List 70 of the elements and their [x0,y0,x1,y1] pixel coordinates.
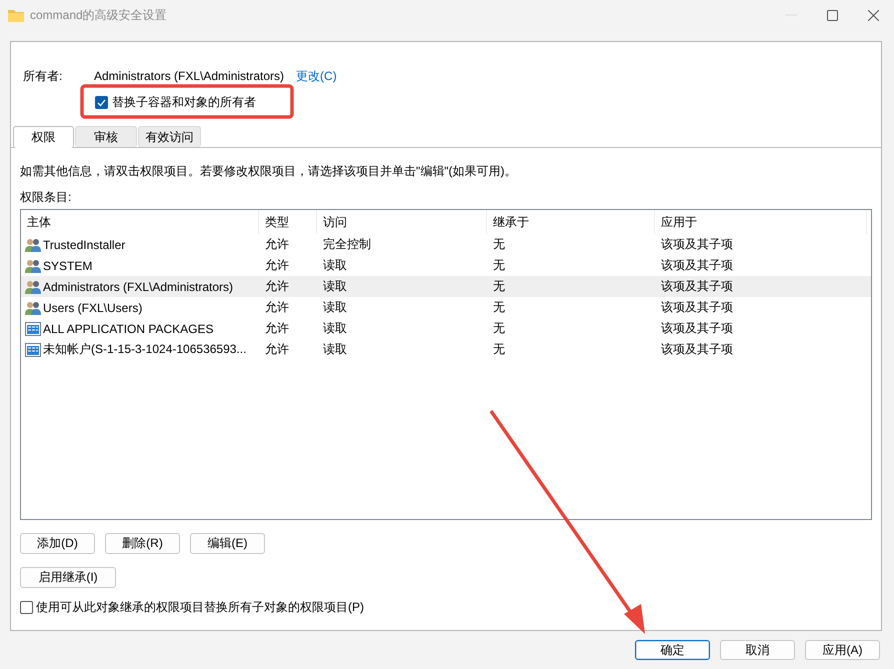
table-cell: SYSTEM [43,258,92,272]
owner-label: 所有者: [23,68,64,84]
checkbox-label: 替换子容器和对象的所有者 [112,94,256,111]
table-cell-text: 允许 [264,236,290,253]
column-header[interactable]: 应用于 [655,210,867,234]
change-link[interactable]: 更改(C) [296,68,337,84]
entries-label: 权限条目: [20,189,72,205]
tab[interactable]: 权限 [13,126,74,148]
dialog-button[interactable]: 应用(A) [805,640,880,660]
table-cell: Users (FXL\Users) [43,300,142,314]
table-row[interactable]: Users (FXL\Users) 允许 读取 无 该项及其子项 [21,297,871,318]
table-cell-text: 无 [492,299,506,316]
table-row[interactable]: SYSTEM 允许 读取 无 该项及其子项 [21,255,871,276]
dialog-button[interactable]: 确定 [635,640,710,660]
tab[interactable]: 审核 [75,126,137,147]
column-header[interactable]: 类型 [259,210,317,234]
info-text: 如需其他信息，请双击权限项目。若要修改权限项目，请选择该项目并单击"编辑"(如果可用)。 [20,163,518,179]
window-title: command的高级安全设置 [30,6,167,24]
app-window-icon [25,322,41,336]
users-icon [25,258,41,272]
table-cell-text: 无 [492,257,506,274]
users-icon [25,300,41,314]
table-cell-text: 无 [492,341,506,358]
folder-icon [8,8,24,22]
column-header[interactable]: 访问 [317,210,487,234]
table-cell-text: 无 [492,236,506,253]
table-row[interactable]: TrustedInstaller 允许 完全控制 无 该项及其子项 [21,234,871,255]
table-cell: TrustedInstaller [43,238,126,252]
users-icon [25,280,41,294]
tab[interactable]: 有效访问 [138,126,201,147]
app-window-icon [25,342,41,356]
entry-button[interactable]: 删除(R) [105,533,180,554]
table-cell-text: 允许 [264,320,290,337]
checkbox[interactable] [20,601,33,614]
table-cell-text: 该项及其子项 [660,299,734,316]
enable-inheritance-button[interactable]: 启用继承(I) [20,567,116,588]
maximize-icon[interactable] [827,10,838,20]
table-cell-text: 读取 [322,341,348,358]
owner-value: Administrators (FXL\Administrators) [94,69,284,83]
table-cell-text: 允许 [264,341,290,358]
checkbox[interactable] [95,96,108,109]
table-cell: 未知帐户(S-1-15-3-1024-106536593... [43,341,246,358]
table-cell-text: 完全控制 [322,236,372,253]
table-cell: ALL APPLICATION PACKAGES [43,322,214,336]
table-cell-text: 读取 [322,257,348,274]
table-cell-text: 允许 [264,257,290,274]
entry-button[interactable]: 添加(D) [20,533,95,554]
table-cell-text: 读取 [322,320,348,337]
table-cell-text: 该项及其子项 [660,236,734,253]
table-cell-text: 允许 [264,299,290,316]
column-header[interactable]: 主体 [21,210,259,234]
table-cell: Administrators (FXL\Administrators) [43,280,234,294]
column-header[interactable]: 继承于 [487,210,655,234]
table-cell-text: 读取 [322,299,348,316]
close-icon[interactable] [868,10,879,20]
table-cell-text: 无 [492,320,506,337]
checkbox-label: 使用可从此对象继承的权限项目替换所有子对象的权限项目(P) [36,599,364,616]
table-cell-text: 读取 [322,278,348,295]
dialog-button[interactable]: 取消 [720,640,795,660]
entry-button[interactable]: 编辑(E) [190,533,265,554]
table-cell-text: 该项及其子项 [660,320,734,337]
table-cell-text: 允许 [264,278,290,295]
table-cell-text: 该项及其子项 [660,341,734,358]
table-cell-text: 该项及其子项 [660,257,734,274]
table-row[interactable]: Administrators (FXL\Administrators) 允许 读取 无 该项及其子项 [21,276,871,297]
table-cell-text: 无 [492,278,506,295]
table-row[interactable]: 未知帐户(S-1-15-3-1024-106536593... 允许 读取 无 该项及其子项 [21,339,871,360]
users-icon [25,238,41,252]
table-row[interactable]: ALL APPLICATION PACKAGES 允许 读取 无 该项及其子项 [21,318,871,339]
table-cell-text: 该项及其子项 [660,278,734,295]
